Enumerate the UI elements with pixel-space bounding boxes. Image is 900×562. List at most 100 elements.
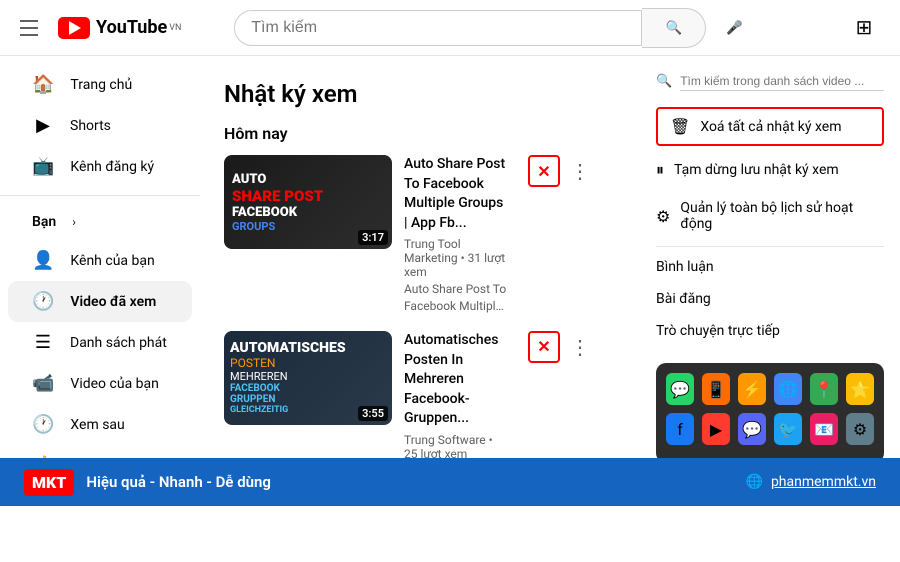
video-actions-1: ✕ ⋮ — [528, 155, 596, 187]
clear-history-button[interactable]: 🗑 Xoá tất cả nhật ký xem — [658, 109, 882, 144]
sidebar-item-video-cua-ban[interactable]: 📹 Video của bạn — [8, 363, 192, 404]
thumb2-line5: GRUPPEN — [230, 394, 386, 405]
app-icon-13[interactable]: ⚙ — [846, 413, 874, 445]
mic-button[interactable]: 🎤 — [714, 8, 754, 48]
sidebar-label-trang-chu: Trang chủ — [70, 77, 132, 93]
remove-v2-button[interactable]: ✕ — [528, 331, 560, 363]
sidebar-label-kenh-cua-ban: Kênh của bạn — [70, 253, 154, 269]
thumbnail-2[interactable]: AUTOMATISCHES POSTEN MEHREREN FACEBOOK G… — [224, 331, 392, 425]
sidebar-ban-label: Bạn — [32, 214, 56, 230]
link-bai-dang[interactable]: Bài đăng — [656, 283, 884, 315]
logo-vn: VN — [169, 23, 181, 33]
video-info-2: Automatisches Posten In Mehreren Faceboo… — [404, 331, 508, 458]
app-icon-2[interactable]: 📱 — [702, 373, 730, 405]
search-icon: 🔍 — [665, 20, 682, 36]
search-button[interactable]: 🔍 — [642, 8, 706, 48]
hamburger-button[interactable] — [16, 16, 42, 40]
sidebar-item-danh-sach-phat[interactable]: ☰ Danh sách phát — [8, 322, 192, 363]
pause-history-button[interactable]: ⏸ Tạm dừng lưu nhật ký xem — [656, 150, 884, 190]
bottom-slogan: Hiệu quả - Nhanh - Dễ dùng — [86, 473, 271, 491]
app-icon-12[interactable]: 📧 — [810, 413, 838, 445]
views-v2: 25 lượt xem — [404, 447, 467, 458]
channel-name-v1: Trung Tool Marketing — [404, 237, 461, 265]
yt-icon — [58, 17, 90, 39]
page-title: Nhật ký xem — [224, 80, 596, 108]
sidebar-item-video-da-thich[interactable]: 👍 Video đã thích — [8, 445, 192, 458]
dot-separator-2: • — [489, 433, 493, 447]
yt-play-icon — [69, 21, 81, 35]
thumb1-auto: AUTO — [232, 172, 384, 187]
right-panel: 🔍 🗑 Xoá tất cả nhật ký xem ⏸ Tạm dừng lư… — [640, 56, 900, 458]
user-icon: 👤 — [32, 250, 54, 271]
thumb2-line3: MEHREREN — [230, 370, 386, 383]
pause-icon: ⏸ — [656, 160, 664, 180]
thumbnail-1[interactable]: AUTO SHARE POST FACEBOOK GROUPS 3:17 — [224, 155, 392, 249]
video-title-2[interactable]: Automatisches Posten In Mehreren Faceboo… — [404, 331, 508, 429]
manage-history-button[interactable]: ⚙ Quản lý toàn bộ lịch sử hoạt động — [656, 190, 884, 242]
thumb2-duration: 3:55 — [358, 406, 388, 421]
logo-text: YouTube — [96, 17, 167, 38]
video-channel-2: Trung Software • 25 lượt xem — [404, 433, 508, 458]
whatsapp-icon[interactable]: 💬 — [666, 373, 694, 405]
sidebar-item-shorts[interactable]: ▶ Shorts — [8, 105, 192, 146]
sidebar-item-video-da-xem[interactable]: 🕐 Video đã xem — [8, 281, 192, 322]
sidebar-item-kenh-cua-ban[interactable]: 👤 Kênh của bạn — [8, 240, 192, 281]
main-content: Nhật ký xem Hôm nay AUTO SHARE POST FACE… — [200, 56, 620, 458]
add-video-button[interactable]: ⊞ — [844, 8, 884, 48]
app-icon-6[interactable]: ⭐ — [846, 373, 874, 405]
search-history-input[interactable] — [680, 72, 884, 91]
sidebar-label-video-cua-ban: Video của bạn — [70, 376, 158, 392]
more-v1-button[interactable]: ⋮ — [564, 155, 596, 187]
thumb2-line2: POSTEN — [230, 356, 386, 370]
link-binh-luan[interactable]: Bình luận — [656, 251, 884, 283]
more-v2-button[interactable]: ⋮ — [564, 331, 596, 363]
search-bar: 🔍 🎤 — [234, 8, 754, 48]
sidebar-divider-1 — [0, 195, 200, 196]
bottom-right: 🌐 phanmemmkt.vn — [746, 474, 877, 490]
twitter-icon[interactable]: 🐦 — [774, 413, 802, 445]
video-desc-1: Auto Share Post To Facebook Multiple Gro… — [404, 281, 508, 315]
search-input-wrap — [234, 10, 642, 46]
app-grid: 💬 📱 ⚡ 🌐 📍 ⭐ f ▶ 💬 🐦 📧 ⚙ — [656, 363, 884, 458]
sidebar-item-xem-sau[interactable]: 🕐 Xem sau — [8, 404, 192, 445]
trash-icon: 🗑 — [670, 117, 690, 136]
facebook-icon[interactable]: f — [666, 413, 694, 445]
thumb2-line4: FACEBOOK — [230, 383, 386, 394]
sidebar-item-trang-chu[interactable]: 🏠 Trang chủ — [8, 64, 192, 105]
subscribe-icon: 📺 — [32, 156, 54, 177]
app-icon-3[interactable]: ⚡ — [738, 373, 766, 405]
sidebar-label-kenh-dang-ky: Kênh đăng ký — [70, 159, 154, 175]
dot-separator-1: • — [461, 251, 468, 265]
playlist-icon: ☰ — [32, 332, 54, 353]
remove-v1-button[interactable]: ✕ — [528, 155, 560, 187]
globe-icon: 🌐 — [746, 474, 763, 490]
video-icon: 📹 — [32, 373, 54, 394]
video-actions-2: ✕ ⋮ — [528, 331, 596, 363]
settings-icon: ⚙ — [656, 207, 670, 226]
sidebar-ban-header[interactable]: Bạn › — [8, 204, 192, 240]
channel-name-v2: Trung Software — [404, 433, 486, 447]
section-today: Hôm nay — [224, 124, 596, 143]
chrome-icon[interactable]: 🌐 — [774, 373, 802, 405]
maps-icon[interactable]: 📍 — [810, 373, 838, 405]
app-row-2: f ▶ 💬 🐦 📧 ⚙ — [666, 413, 874, 445]
website-link[interactable]: phanmemmkt.vn — [771, 474, 876, 490]
thumb1-duration: 3:17 — [358, 230, 388, 245]
video-title-1[interactable]: Auto Share Post To Facebook Multiple Gro… — [404, 155, 508, 233]
youtube-logo[interactable]: YouTubeVN — [58, 17, 181, 39]
app-row-1: 💬 📱 ⚡ 🌐 📍 ⭐ — [666, 373, 874, 405]
thumb2-line1: AUTOMATISCHES — [230, 340, 386, 356]
link-tro-chuyen[interactable]: Trò chuyện trực tiếp — [656, 315, 884, 347]
right-panel-divider — [656, 246, 884, 247]
home-icon: 🏠 — [32, 74, 54, 95]
mic-icon: 🎤 — [726, 20, 743, 36]
app-icon-8[interactable]: ▶ — [702, 413, 730, 445]
video-item-2: AUTOMATISCHES POSTEN MEHREREN FACEBOOK G… — [224, 331, 596, 458]
search-input[interactable] — [251, 19, 625, 37]
sidebar-label-danh-sach-phat: Danh sách phát — [70, 335, 167, 351]
video-info-1: Auto Share Post To Facebook Multiple Gro… — [404, 155, 508, 315]
manage-history-label: Quản lý toàn bộ lịch sử hoạt động — [680, 200, 884, 232]
mkt-logo: MKT — [24, 469, 74, 496]
sidebar-item-kenh-dang-ky[interactable]: 📺 Kênh đăng ký — [8, 146, 192, 187]
discord-icon[interactable]: 💬 — [738, 413, 766, 445]
